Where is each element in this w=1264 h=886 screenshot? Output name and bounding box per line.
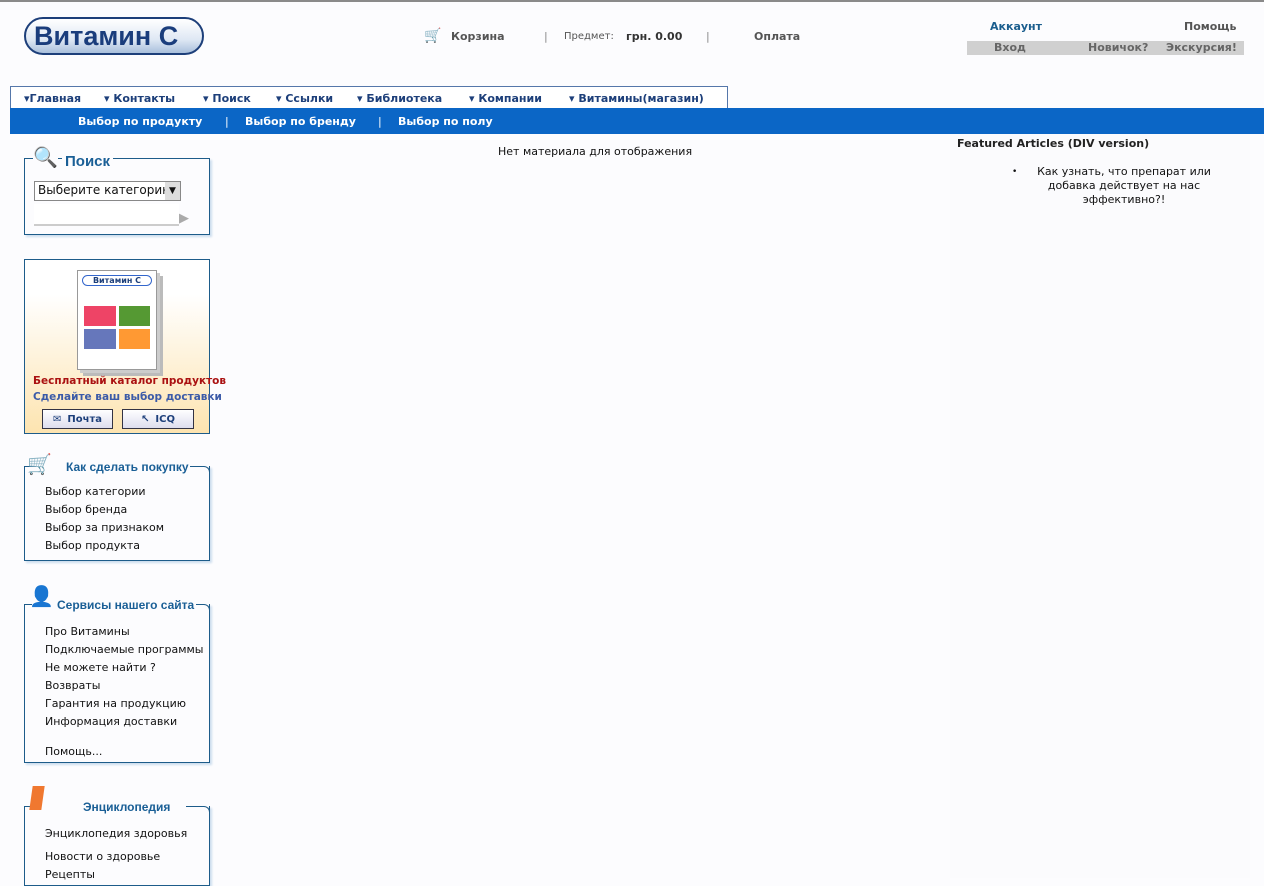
link-brand[interactable]: Выбор бренда [45, 503, 127, 516]
catalog-promo[interactable]: Витамин C Бесплатный каталог продуктов С… [24, 259, 226, 434]
sub-nav: Выбор по продукту | Выбор по бренду | Вы… [10, 108, 1264, 134]
magnifier-icon: 🔍 [33, 145, 58, 169]
cursor-icon: ↖ [141, 413, 150, 425]
divider: | [225, 115, 229, 128]
newbie-link[interactable]: Новичок? [1088, 41, 1148, 54]
tour-link[interactable]: Экскурсия! [1166, 41, 1237, 54]
link-help[interactable]: Помощь... [45, 745, 102, 758]
category-select[interactable]: Выберите категорию ▼ [34, 181, 181, 201]
chevron-down-icon[interactable]: ▼ [165, 182, 180, 200]
link-category[interactable]: Выбор категории [45, 485, 146, 498]
book-icon [29, 786, 45, 810]
payment-link[interactable]: Оплата [754, 30, 800, 43]
support-person-icon: 👤 [29, 584, 54, 608]
link-plugins[interactable]: Подключаемые программы [45, 643, 204, 656]
howto-box: 🛒 Как сделать покупку Выбор категории Вы… [24, 452, 210, 561]
link-health-encyclopedia[interactable]: Энциклопедия здоровья [45, 827, 187, 840]
link-delivery-info[interactable]: Информация доставки [45, 715, 177, 728]
link-feature[interactable]: Выбор за признаком [45, 521, 164, 534]
nav-vitamins-shop[interactable]: ▾ Витамины(магазин) [569, 92, 704, 105]
bullet: • [1012, 167, 1018, 177]
nav-home[interactable]: ▾Главная [24, 92, 81, 105]
howto-title: Как сделать покупку [66, 460, 189, 474]
divider: | [544, 30, 548, 43]
link-product[interactable]: Выбор продукта [45, 539, 140, 552]
search-input[interactable] [34, 204, 179, 226]
icq-button[interactable]: ↖ ICQ [122, 409, 194, 429]
nav-companies[interactable]: ▾ Компании [469, 92, 542, 105]
login-link[interactable]: Вход [994, 41, 1026, 54]
nav-links[interactable]: ▾ Ссылки [276, 92, 333, 105]
encyclopedia-box: Энциклопедия Энциклопедия здоровья Новос… [24, 786, 210, 886]
link-returns[interactable]: Возвраты [45, 679, 100, 692]
catalog-line2: Сделайте ваш выбор доставки [33, 391, 222, 403]
nav-library[interactable]: ▾ Библиотека [357, 92, 442, 105]
search-box: 🔍 Поиск Выберите категорию ▼ ▶ [24, 145, 210, 235]
featured-title: Featured Articles (DIV version) [957, 137, 1150, 150]
subnav-by-product[interactable]: Выбор по продукту [78, 115, 202, 128]
cart-icon[interactable]: 🛒 [424, 28, 441, 44]
cart-total: грн. 0.00 [626, 30, 683, 43]
account-bar: Вход Новичок? Экскурсия! [967, 41, 1244, 55]
link-about-vitamins[interactable]: Про Витамины [45, 625, 130, 638]
site-logo[interactable]: Витамин C [24, 17, 204, 55]
mail-button[interactable]: ✉ Почта [42, 409, 113, 429]
link-health-news[interactable]: Новости о здоровье [45, 850, 160, 863]
catalog-line1: Бесплатный каталог продуктов [33, 375, 227, 387]
featured-article-link[interactable]: Как узнать, что препарат или добавка дей… [1020, 165, 1228, 207]
encyclopedia-title: Энциклопедия [83, 800, 171, 814]
search-title: Поиск [62, 153, 114, 170]
services-box: 👤 Сервисы нашего сайта Про Витамины Подк… [24, 584, 210, 763]
account-link[interactable]: Аккаунт [990, 20, 1042, 33]
envelope-icon: ✉ [52, 413, 62, 425]
link-warranty[interactable]: Гарантия на продукцию [45, 697, 186, 710]
divider: | [378, 115, 382, 128]
link-recipes[interactable]: Рецепты [45, 868, 95, 881]
nav-contacts[interactable]: ▾ Контакты [104, 92, 175, 105]
nav-search[interactable]: ▾ Поиск [203, 92, 251, 105]
link-cant-find[interactable]: Не можете найти ? [45, 661, 156, 674]
subnav-by-brand[interactable]: Выбор по бренду [245, 115, 356, 128]
services-title: Сервисы нашего сайта [57, 598, 195, 612]
empty-message: Нет материала для отображения [498, 145, 693, 158]
divider: | [706, 30, 710, 43]
featured-panel: Featured Articles (DIV version) • Как уз… [950, 134, 1250, 878]
subnav-by-gender[interactable]: Выбор по полу [398, 115, 493, 128]
cart-link[interactable]: Корзина [451, 30, 505, 43]
main-nav: ▾Главная ▾ Контакты ▾ Поиск ▾ Ссылки ▾ Б… [10, 86, 728, 108]
item-label: Предмет: [564, 31, 614, 42]
catalog-image: Витамин C [77, 270, 157, 370]
help-link[interactable]: Помощь [1184, 20, 1236, 33]
search-submit-icon[interactable]: ▶ [179, 211, 189, 226]
cart-icon: 🛒 [27, 452, 52, 476]
